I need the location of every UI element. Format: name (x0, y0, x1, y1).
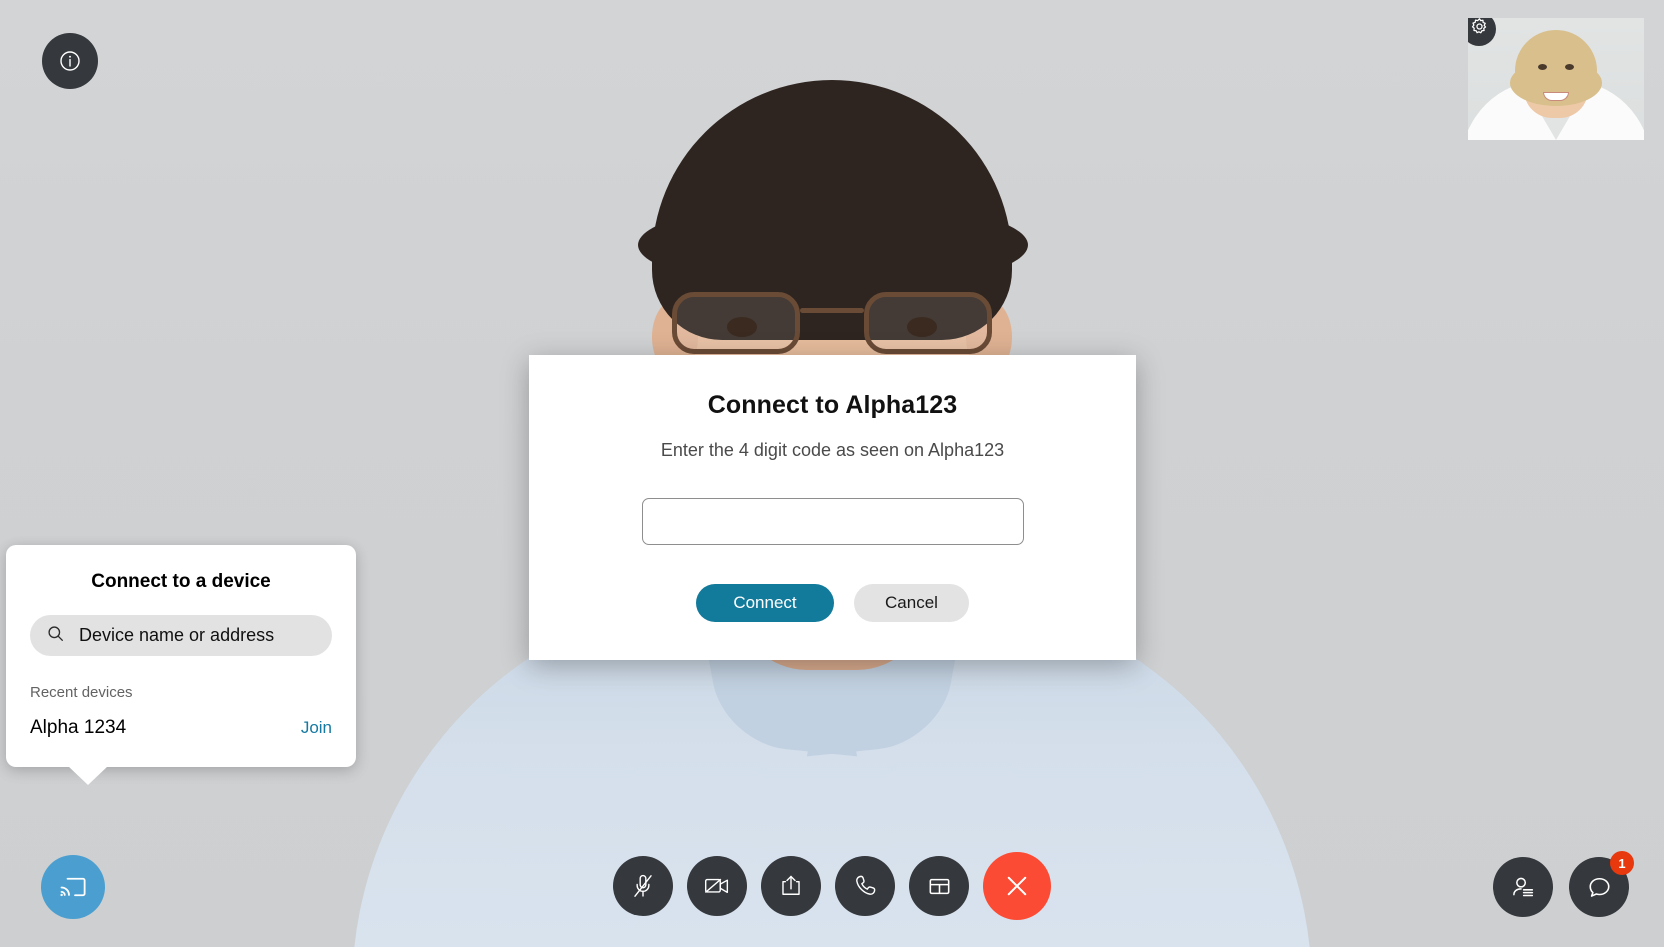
chat-bubble-icon (1586, 874, 1613, 901)
connect-device-popover: Connect to a device Recent devices Alpha… (6, 545, 356, 785)
chat-unread-badge: 1 (1610, 851, 1634, 875)
gear-icon (1470, 18, 1489, 41)
pairing-code-input[interactable] (641, 498, 1024, 545)
connect-button[interactable]: Connect (696, 584, 834, 622)
self-view-eye-left (1538, 64, 1547, 70)
recent-device-name: Alpha 1234 (30, 717, 127, 738)
glasses-lens-left (672, 292, 800, 354)
self-view-pip[interactable] (1468, 18, 1644, 140)
call-controls-toolbar (613, 852, 1051, 920)
device-search-input[interactable] (79, 625, 316, 646)
camera-off-icon (703, 872, 731, 900)
layout-button[interactable] (909, 856, 969, 916)
participant-eye-left (727, 317, 757, 337)
chat-button[interactable]: 1 (1569, 851, 1634, 917)
popover-title: Connect to a device (91, 571, 271, 592)
app-window: 1 Connect to a device Recent devic (0, 0, 1664, 947)
settings-button[interactable] (1468, 18, 1496, 46)
info-icon (57, 48, 83, 74)
participants-button[interactable] (1493, 857, 1553, 917)
glasses-bridge (800, 308, 864, 313)
recent-device-join-link[interactable]: Join (301, 718, 332, 738)
participant-eye-right (907, 317, 937, 337)
connect-code-dialog: Connect to Alpha123 Enter the 4 digit co… (529, 355, 1136, 660)
right-call-controls: 1 (1493, 851, 1634, 917)
phone-icon (852, 873, 878, 899)
self-view-eye-right (1565, 64, 1574, 70)
participant-list-icon (1510, 874, 1536, 900)
cast-icon (58, 872, 88, 902)
close-x-icon (1002, 871, 1032, 901)
search-icon (46, 624, 65, 648)
dialog-subtitle: Enter the 4 digit code as seen on Alpha1… (660, 440, 1005, 460)
cancel-button[interactable]: Cancel (854, 584, 969, 622)
glasses-lens-right (864, 292, 992, 354)
cast-device-button[interactable] (41, 855, 105, 919)
share-upload-icon (778, 873, 804, 899)
layout-grid-icon (927, 874, 952, 899)
dialog-actions: Connect Cancel (569, 584, 1096, 622)
recent-device-row[interactable]: Alpha 1234 Join (30, 717, 332, 739)
recent-devices-label: Recent devices (30, 684, 133, 701)
end-call-button[interactable] (983, 852, 1051, 920)
dialog-title: Connect to Alpha123 (707, 391, 958, 419)
microphone-muted-icon (630, 873, 656, 899)
meeting-info-button[interactable] (42, 33, 98, 89)
camera-toggle-button[interactable] (687, 856, 747, 916)
self-view-hair (1510, 30, 1602, 106)
audio-options-button[interactable] (835, 856, 895, 916)
microphone-mute-button[interactable] (613, 856, 673, 916)
share-screen-button[interactable] (761, 856, 821, 916)
participant-glasses (672, 292, 992, 358)
device-search-field[interactable] (30, 615, 332, 656)
